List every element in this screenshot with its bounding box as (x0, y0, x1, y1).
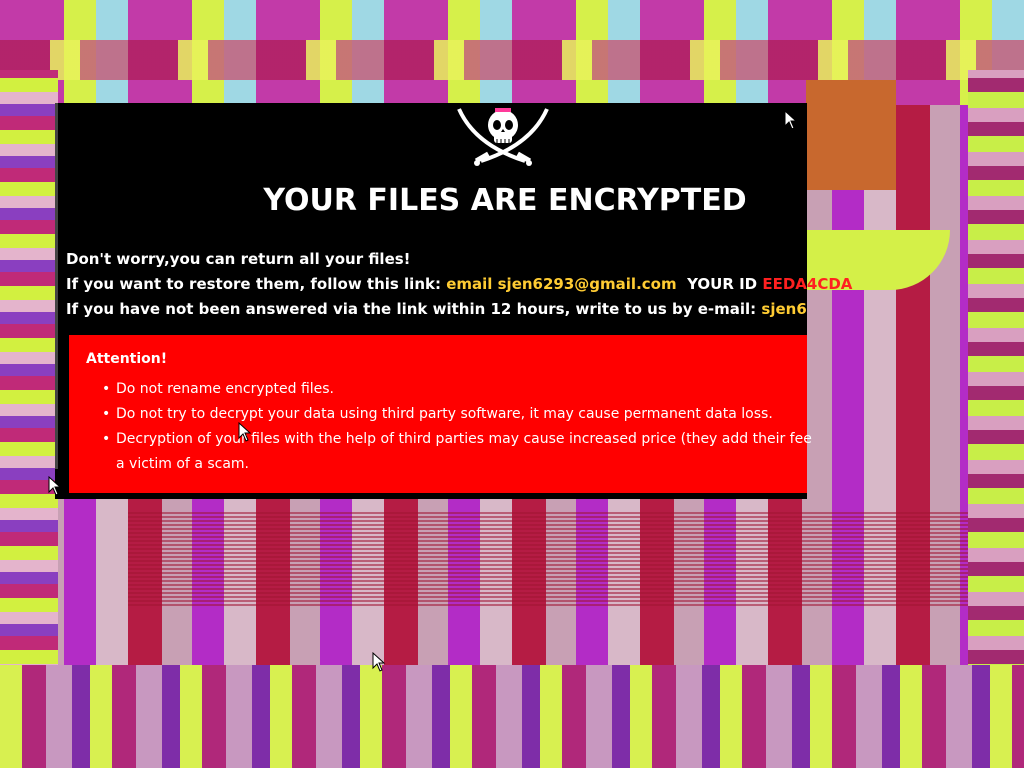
attention-item-text: Decryption of your files with the help o… (116, 431, 816, 447)
fallback-email-link[interactable]: sjen6293@gmail.com (761, 300, 807, 318)
mouse-pointer-icon (48, 476, 62, 496)
headline-title: YOUR FILES ARE ENCRYPTED (263, 183, 747, 218)
desktop-background: YOUR FILES ARE ENCRYPTED Don't worry,you… (0, 0, 1024, 768)
glitch-artifact-right (968, 70, 1024, 768)
glitch-block-orange (806, 80, 896, 190)
glitch-artifact-left (0, 70, 58, 768)
attention-item: Do not rename encrypted files. (102, 377, 816, 402)
mouse-pointer-icon (238, 422, 252, 442)
restore-prefix: If you want to restore them, follow this… (66, 275, 447, 293)
mouse-pointer-icon (784, 110, 798, 130)
fallback-prefix: If you have not been answered via the li… (66, 300, 762, 318)
attention-panel: Attention! Do not rename encrypted files… (69, 335, 816, 493)
attention-item-text: Do not rename encrypted files. (116, 381, 335, 397)
mouse-pointer-icon (372, 652, 386, 672)
fallback-contact-text: If you have not been answered via the li… (66, 300, 807, 318)
window-left-border (55, 103, 58, 469)
attention-item: Decryption of your files with the help o… (102, 427, 816, 477)
glitch-artifact-bottom (0, 665, 1024, 768)
user-id-value: EEDA4CDA (762, 275, 853, 293)
restore-instructions: If you want to restore them, follow this… (66, 275, 852, 293)
ransom-note-window: YOUR FILES ARE ENCRYPTED Don't worry,you… (55, 103, 852, 499)
restore-email-link[interactable]: email sjen6293@gmail.com (446, 275, 676, 293)
reassurance-text: Don't worry,you can return all your file… (66, 250, 411, 268)
attention-list: Do not rename encrypted files. Do not tr… (102, 377, 816, 477)
attention-item-text: Do not try to decrypt your data using th… (116, 406, 773, 422)
attention-item-text-continued: a victim of a scam. (116, 456, 249, 472)
glitch-stripes (128, 512, 968, 608)
attention-item: Do not try to decrypt your data using th… (102, 402, 816, 427)
skull-crossed-swords-icon (457, 108, 549, 166)
attention-title: Attention! (86, 351, 168, 367)
reassurance-label: Don't worry,you can return all your file… (66, 250, 411, 268)
user-id-label: YOUR ID (687, 275, 763, 293)
